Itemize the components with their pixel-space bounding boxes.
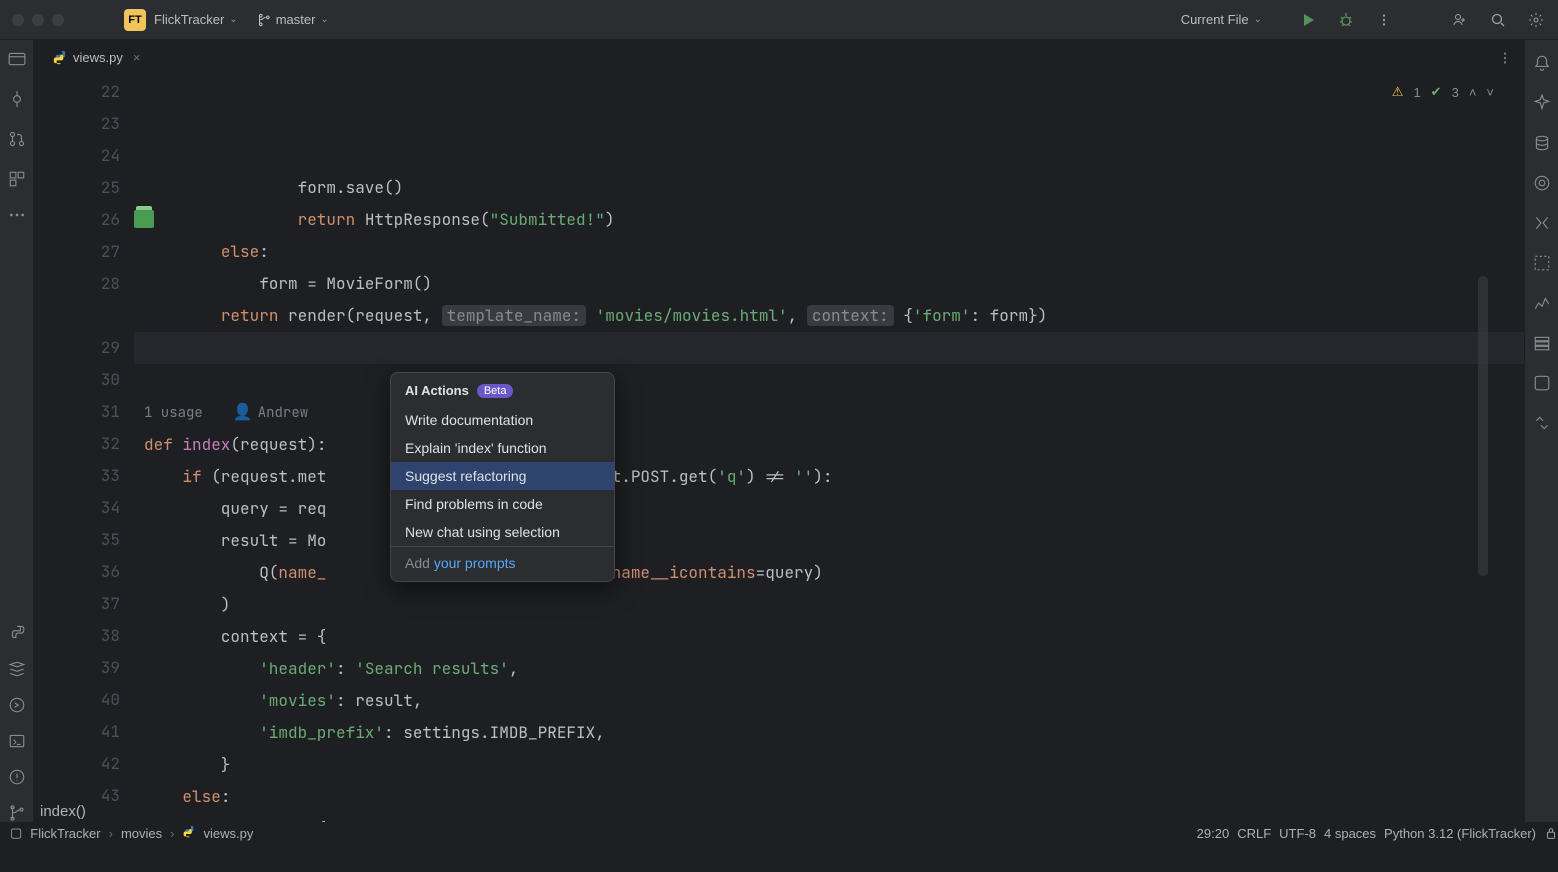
popup-title: AI Actions <box>405 383 469 398</box>
pull-requests-tool-button[interactable] <box>8 130 26 148</box>
window-controls <box>12 14 64 26</box>
breadcrumb-project-icon: ▢ <box>10 825 22 841</box>
your-prompts-link[interactable]: your prompts <box>434 555 516 571</box>
author-name[interactable]: Andrew <box>258 404 308 422</box>
ai-actions-popup: AI Actions Beta Write documentation Expl… <box>390 372 615 582</box>
code-with-me-button[interactable] <box>1450 10 1470 30</box>
project-badge: FT <box>124 9 146 31</box>
readonly-toggle[interactable] <box>1544 826 1558 840</box>
popup-header: AI Actions Beta <box>391 373 614 406</box>
editor-area: views.py × 22 23 24 25 26 27 28 29 30 31… <box>34 40 1524 822</box>
run-button[interactable] <box>1298 10 1318 30</box>
branch-name: master <box>276 12 316 27</box>
main-area: views.py × 22 23 24 25 26 27 28 29 30 31… <box>0 40 1558 822</box>
terminal-tool-button[interactable] <box>8 732 26 750</box>
profiler-tool-button[interactable] <box>1533 294 1551 312</box>
indent-settings[interactable]: 4 spaces <box>1324 826 1376 841</box>
breadcrumb-bar: ▢ FlickTracker › movies › views.py 29:20… <box>0 822 1558 844</box>
author-icon: 👤 <box>233 401 253 422</box>
run-config-label: Current File <box>1181 12 1249 27</box>
file-tab-views[interactable]: views.py × <box>42 43 150 73</box>
minimize-window[interactable] <box>32 14 44 26</box>
database-tool-button[interactable] <box>1533 134 1551 152</box>
left-toolwindow-bar-bottom <box>0 624 34 822</box>
more-tools-button[interactable] <box>8 210 26 228</box>
coverage-tool-button[interactable] <box>1533 174 1551 192</box>
breadcrumb-folder[interactable]: movies <box>121 826 162 841</box>
breadcrumb-project[interactable]: FlickTracker <box>30 826 100 841</box>
notifications-tool-button[interactable] <box>1533 54 1551 72</box>
breadcrumb-separator: › <box>170 826 174 841</box>
warning-count: 1 <box>1413 85 1420 100</box>
close-tab-button[interactable]: × <box>133 50 141 65</box>
editor-tabs: views.py × <box>34 40 1524 76</box>
python-console-button[interactable] <box>8 696 26 714</box>
branch-icon <box>256 13 270 27</box>
project-tool-button[interactable] <box>8 50 26 68</box>
titlebar: FT FlickTracker ⌄ master ⌄ Current File … <box>0 0 1558 40</box>
gradle-tool-button[interactable] <box>1533 374 1551 392</box>
file-encoding[interactable]: UTF-8 <box>1279 826 1316 841</box>
right-toolwindow-bar <box>1524 40 1558 822</box>
breadcrumb-separator: › <box>109 826 113 841</box>
ai-action-explain-function[interactable]: Explain 'index' function <box>391 434 614 462</box>
vcs-branch-dropdown[interactable]: master ⌄ <box>256 12 329 27</box>
warning-icon: ⚠ <box>1392 84 1404 100</box>
ai-action-suggest-refactoring[interactable]: Suggest refactoring <box>391 462 614 490</box>
tab-options-button[interactable] <box>1498 51 1512 65</box>
run-config-dropdown[interactable]: Current File ⌄ <box>1181 12 1262 27</box>
search-everywhere-button[interactable] <box>1488 10 1508 30</box>
services-tool-button[interactable] <box>8 660 26 678</box>
endpoints-tool-button[interactable] <box>1533 334 1551 352</box>
line-number-gutter: 22 23 24 25 26 27 28 29 30 31 32 33 34 3… <box>34 76 134 822</box>
python-file-icon <box>52 50 67 65</box>
diff-tool-button[interactable] <box>1533 414 1551 432</box>
navigation-path[interactable]: index() <box>40 803 86 820</box>
select-tool-button[interactable] <box>1533 254 1551 272</box>
check-icon: ✔ <box>1431 84 1442 100</box>
close-window[interactable] <box>12 14 24 26</box>
cursor-position[interactable]: 29:20 <box>1197 826 1230 841</box>
more-actions-button[interactable] <box>1374 10 1394 30</box>
interpreter[interactable]: Python 3.12 (FlickTracker) <box>1384 826 1536 841</box>
ai-assistant-tool-button[interactable] <box>1533 94 1551 112</box>
ai-action-new-chat[interactable]: New chat using selection <box>391 518 614 546</box>
ai-action-write-documentation[interactable]: Write documentation <box>391 406 614 434</box>
chevron-down-icon: ⌄ <box>320 14 328 25</box>
prev-highlight-button[interactable]: ˄ <box>1469 85 1477 100</box>
chevron-down-icon: ⌄ <box>1254 14 1262 25</box>
zoom-window[interactable] <box>52 14 64 26</box>
code-content[interactable]: form.save() return HttpResponse("Submitt… <box>134 76 1524 822</box>
project-name: FlickTracker <box>154 12 224 27</box>
usages-hint[interactable]: 1 usage <box>144 404 203 422</box>
commit-tool-button[interactable] <box>8 90 26 108</box>
beta-badge: Beta <box>477 384 514 398</box>
problems-tool-button[interactable] <box>8 768 26 786</box>
editor[interactable]: 22 23 24 25 26 27 28 29 30 31 32 33 34 3… <box>34 76 1524 822</box>
python-packages-button[interactable] <box>8 624 26 642</box>
popup-footer: Add your prompts <box>391 547 614 581</box>
editor-scrollbar[interactable] <box>1478 276 1488 576</box>
collapse-tool-button[interactable] <box>1533 214 1551 232</box>
settings-button[interactable] <box>1526 10 1546 30</box>
project-dropdown[interactable]: FlickTracker ⌄ <box>154 12 238 27</box>
ai-action-find-problems[interactable]: Find problems in code <box>391 490 614 518</box>
breadcrumb-file[interactable]: views.py <box>203 826 253 841</box>
python-file-icon <box>182 825 195 841</box>
debug-button[interactable] <box>1336 10 1356 30</box>
inspection-widget[interactable]: ⚠ 1 ✔ 3 ˄ ˅ <box>1392 84 1494 100</box>
next-highlight-button[interactable]: ˅ <box>1486 85 1494 100</box>
tab-filename: views.py <box>73 50 123 65</box>
line-separator[interactable]: CRLF <box>1237 826 1271 841</box>
chevron-down-icon: ⌄ <box>229 14 237 25</box>
pass-count: 3 <box>1452 85 1459 100</box>
structure-tool-button[interactable] <box>8 170 26 188</box>
git-tool-button[interactable] <box>8 804 26 822</box>
footer-add-text: Add <box>405 555 434 571</box>
